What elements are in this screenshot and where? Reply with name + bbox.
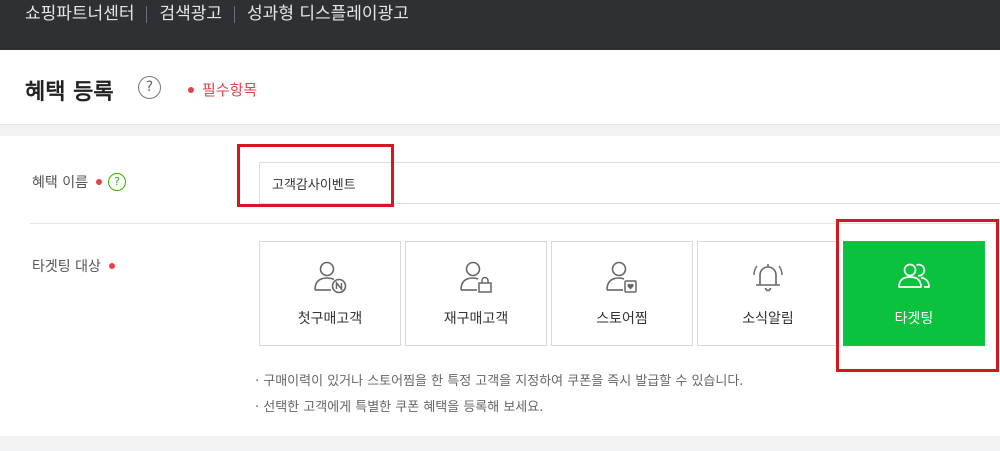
user-bag-icon (460, 261, 492, 293)
page-header: 혜택 등록 ? 필수항목 (0, 50, 1000, 125)
help-icon[interactable]: ? (107, 173, 126, 191)
required-dot-icon (108, 263, 115, 269)
required-dot-icon (188, 86, 194, 93)
row-divider (30, 223, 1000, 224)
page-title: 혜택 등록 (25, 80, 114, 105)
target-option-news-alert[interactable]: 소식알림 (697, 241, 839, 346)
nav-divider (146, 5, 148, 23)
users-icon (898, 263, 930, 288)
target-option-store-favorite[interactable]: 스토어찜 (551, 241, 693, 346)
required-note-text: 필수항목 (202, 81, 258, 99)
target-option-label: 스토어찜 (596, 311, 648, 327)
target-option-targeting[interactable]: 타겟팅 (843, 241, 985, 346)
nav-display-ads[interactable]: 성과형 디스플레이광고 (247, 0, 409, 28)
required-note: 필수항목 (188, 79, 257, 100)
nav-divider (234, 5, 236, 23)
nav-search-ads[interactable]: 검색광고 (159, 0, 222, 28)
benefit-form: 혜택 이름 ? 타겟팅 대상 첫구매고객 재구매고객 (0, 136, 1000, 436)
benefit-name-input[interactable] (259, 162, 1000, 204)
benefit-name-label-text: 혜택 이름 (32, 175, 88, 191)
targeting-hint: · 선택한 고객에게 특별한 쿠폰 혜택을 등록해 보세요. (255, 400, 544, 415)
bell-icon (753, 264, 783, 292)
target-option-label: 재구매고객 (443, 311, 509, 327)
targeting-hint: · 구매이력이 있거나 스토어찜을 한 특정 고객을 지정하여 쿠폰을 즉시 발… (255, 374, 744, 389)
target-option-repurchase[interactable]: 재구매고객 (405, 241, 547, 346)
user-n-icon (314, 261, 347, 294)
targeting-label: 타겟팅 대상 (32, 256, 115, 276)
target-option-label: 첫구매고객 (297, 311, 363, 327)
top-nav-bar: 쇼핑파트너센터 검색광고 성과형 디스플레이광고 (0, 0, 1000, 50)
target-option-label: 타겟팅 (894, 311, 934, 327)
target-option-first-purchase[interactable]: 첫구매고객 (259, 241, 401, 346)
required-dot-icon (95, 179, 102, 185)
user-heart-icon (606, 261, 637, 293)
top-nav: 쇼핑파트너센터 검색광고 성과형 디스플레이광고 (25, 0, 409, 28)
targeting-label-text: 타겟팅 대상 (32, 259, 101, 275)
target-option-label: 소식알림 (742, 311, 794, 327)
nav-shopping-partner-center[interactable]: 쇼핑파트너센터 (25, 0, 134, 28)
help-icon[interactable]: ? (138, 76, 161, 99)
benefit-name-label: 혜택 이름 ? (32, 172, 126, 192)
